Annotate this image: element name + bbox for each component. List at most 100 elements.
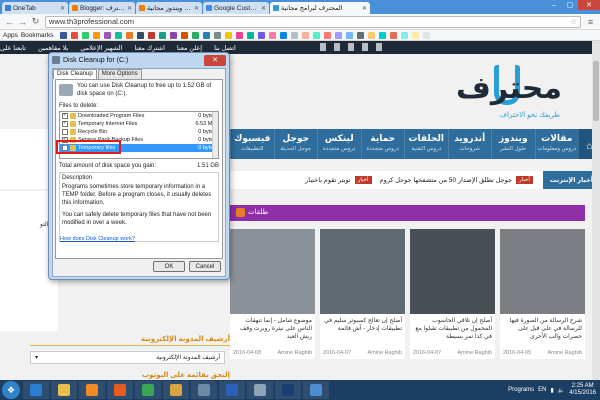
menu-icon[interactable]: ≡	[584, 15, 597, 28]
tab-close-icon[interactable]: ✕	[362, 5, 367, 12]
bookmark-favicon-icon[interactable]	[82, 31, 90, 39]
bookmark-favicon-icon[interactable]	[291, 31, 299, 39]
ticker-item[interactable]: تويتر تقوم باختبار	[305, 176, 350, 184]
tab-close-icon[interactable]: ✕	[127, 5, 132, 12]
reload-icon[interactable]: ↻	[29, 15, 42, 28]
bookmark-favicon-icon[interactable]	[159, 31, 167, 39]
calculator-taskbar-button[interactable]	[191, 381, 217, 399]
bookmark-favicon-icon[interactable]	[269, 31, 277, 39]
twitter-icon[interactable]	[334, 43, 340, 51]
facebook-icon[interactable]	[320, 43, 326, 51]
google-plus-icon[interactable]	[376, 43, 382, 51]
bookmark-favicon-icon[interactable]	[247, 31, 255, 39]
youtube-icon[interactable]	[348, 43, 354, 51]
browser-tab[interactable]: OneTab ✕	[2, 2, 68, 14]
bookmark-favicon-icon[interactable]	[357, 31, 365, 39]
bookmark-favicon-icon[interactable]	[148, 31, 156, 39]
article-thumbnail[interactable]	[230, 229, 315, 314]
bookmark-favicon-icon[interactable]	[368, 31, 376, 39]
article-title[interactable]: شرح الرسالة من الصورة فيها للرسالة في عل…	[500, 314, 585, 341]
bookmark-favicon-icon[interactable]	[192, 31, 200, 39]
bookmark-favicon-icon[interactable]	[225, 31, 233, 39]
paint-taskbar-button[interactable]	[163, 381, 189, 399]
browser-tab[interactable]: Blogger: موقع المحترف✕	[69, 2, 135, 14]
forward-icon[interactable]: →	[16, 15, 29, 28]
bookmark-favicon-icon[interactable]	[401, 31, 409, 39]
article-card[interactable]: شرح الرسالة من الصورة فيها للرسالة في عل…	[500, 229, 585, 359]
apps-bookmark[interactable]: Apps	[3, 32, 18, 39]
close-window-button[interactable]: ✕	[578, 0, 600, 10]
start-button[interactable]: ❖	[2, 381, 20, 399]
bookmark-favicon-icon[interactable]	[115, 31, 123, 39]
bookmark-favicon-icon[interactable]	[60, 31, 68, 39]
topbar-link[interactable]: اشترك معنا	[134, 44, 165, 52]
topbar-link[interactable]: بلا مقاهمين	[38, 44, 68, 52]
nav-item[interactable]: مقالات دروس ومعلومات	[534, 129, 579, 159]
bookmark-favicon-icon[interactable]	[203, 31, 211, 39]
nav-item[interactable]: فيسبوك التطبيقات	[230, 129, 274, 159]
firefox-taskbar-button[interactable]	[107, 381, 133, 399]
article-card[interactable]: موضوع شامل - إنما تنهقات الناس على نيثرة…	[230, 229, 315, 359]
programs-label[interactable]: Programs	[508, 387, 534, 393]
network-icon[interactable]: ▮	[551, 387, 554, 394]
rss-icon[interactable]	[236, 207, 245, 217]
nav-item[interactable]: ويندوز حلول النشر	[491, 129, 535, 159]
bookmark-favicon-icon[interactable]	[104, 31, 112, 39]
browser-tab[interactable]: Google Custom Search✕	[203, 2, 269, 14]
photoshop-taskbar-button[interactable]	[275, 381, 301, 399]
topbar-link[interactable]: تابعنا على	[0, 44, 26, 52]
bookmark-favicon-icon[interactable]	[93, 31, 101, 39]
bookmark-favicon-icon[interactable]	[280, 31, 288, 39]
topbar-link[interactable]: اتصل بنا	[214, 44, 236, 52]
bookmark-favicon-icon[interactable]	[170, 31, 178, 39]
ticker-item[interactable]: جوجل تطلق الإصدار 50 من متصفحها جوجل كرو…	[380, 176, 512, 184]
tab-close-icon[interactable]: ✕	[60, 5, 65, 12]
article-thumbnail[interactable]	[410, 229, 495, 314]
article-title[interactable]: موضوع شامل - إنما تنهقات الناس على نيثرة…	[230, 314, 315, 341]
tab-disk-cleanup[interactable]: Disk Cleanup	[53, 69, 97, 79]
nav-item[interactable]: حماية دروس متجددة	[360, 129, 405, 159]
chrome-taskbar-button[interactable]	[135, 381, 161, 399]
clock[interactable]: 2:25 AM 4/15/2016	[569, 383, 596, 397]
article-card[interactable]: أصلح إن تعالج كمبيوتر سليم في تطبيقات إد…	[320, 229, 405, 359]
bookmark-favicon-icon[interactable]	[236, 31, 244, 39]
ok-button[interactable]: OK	[153, 261, 185, 272]
cancel-button[interactable]: Cancel	[189, 261, 221, 272]
file-row[interactable]: Recycle Bin 0 bytes	[60, 128, 218, 136]
archive-select[interactable]: أرشيف المدونة الإلكترونية ▾	[30, 351, 225, 364]
maximize-button[interactable]: ▢	[562, 0, 578, 10]
bookmark-favicon-icon[interactable]	[335, 31, 343, 39]
dialog-titlebar[interactable]: Disk Cleanup for (C:) ✕	[49, 53, 229, 67]
bookmark-favicon-icon[interactable]	[126, 31, 134, 39]
bookmark-favicon-icon[interactable]	[258, 31, 266, 39]
article-thumbnail[interactable]	[320, 229, 405, 314]
nav-item[interactable]: الحلقات دروس التقنية	[404, 129, 448, 159]
article-title[interactable]: أصلح إن تعالج كمبيوتر سليم في تطبيقات إد…	[320, 314, 405, 333]
ie-taskbar-button[interactable]	[23, 381, 49, 399]
bookmark-favicon-icon[interactable]	[423, 31, 431, 39]
article-title[interactable]: أصلح إن تلاقي الحاسوب المحمول من تطبيقات…	[410, 314, 495, 341]
file-row[interactable]: ✓ Downloaded Program Files 0 bytes	[60, 112, 218, 120]
file-checkbox[interactable]	[62, 128, 68, 135]
bookmark-favicon-icon[interactable]	[137, 31, 145, 39]
language-indicator[interactable]: EN	[538, 387, 546, 393]
bookmark-star-icon[interactable]: ☆	[570, 17, 577, 26]
file-checkbox[interactable]: ✓	[62, 112, 68, 119]
address-bar[interactable]: www.th3professional.com ☆	[45, 15, 581, 28]
bookmark-favicon-icon[interactable]	[346, 31, 354, 39]
minimize-button[interactable]: –	[546, 0, 562, 10]
file-checkbox[interactable]: ✓	[62, 120, 68, 127]
disk-cleanup-taskbar-button[interactable]	[247, 381, 273, 399]
page-scrollbar[interactable]	[592, 41, 600, 380]
media-player-taskbar-button[interactable]	[79, 381, 105, 399]
browser-tab[interactable]: ملصقات ويندوز مجانية✕	[136, 2, 202, 14]
bookmark-favicon-icon[interactable]	[379, 31, 387, 39]
bookmark-favicon-icon[interactable]	[181, 31, 189, 39]
article-card[interactable]: أصلح إن تلاقي الحاسوب المحمول من تطبيقات…	[410, 229, 495, 359]
topbar-link[interactable]: إعلن معنا	[177, 44, 202, 52]
nav-item[interactable]: لينكس دروس متجددة	[317, 129, 361, 159]
file-row[interactable]: ✓ Temporary Internet Files 6.53 MB	[60, 120, 218, 128]
bookmark-favicon-icon[interactable]	[390, 31, 398, 39]
tab-close-icon[interactable]: ✕	[194, 5, 199, 12]
bookmark-favicon-icon[interactable]	[214, 31, 222, 39]
